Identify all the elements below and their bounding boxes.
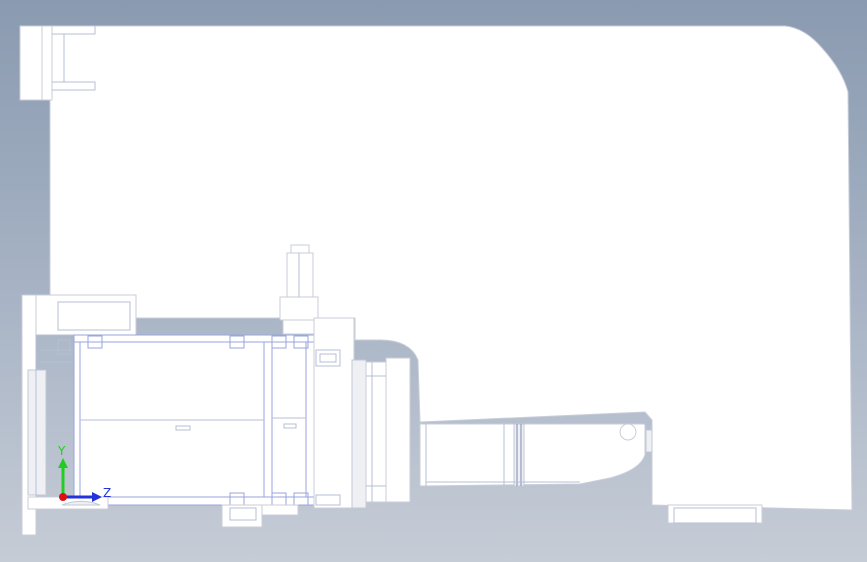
bottom-feet[interactable]: [221, 504, 763, 528]
conveyor-section[interactable]: [419, 423, 646, 487]
triad-y-label: Y: [57, 444, 66, 458]
rack-frame[interactable]: [73, 334, 315, 506]
triad-x-origin: [59, 493, 67, 501]
triad-y-arrowhead: [58, 458, 68, 468]
graphics-viewport[interactable]: Y Z: [0, 0, 867, 562]
triad-z-label: Z: [103, 486, 111, 500]
model-view[interactable]: Y Z: [0, 0, 867, 562]
rack-right-block[interactable]: [313, 317, 367, 509]
flange-assembly[interactable]: [365, 357, 411, 503]
